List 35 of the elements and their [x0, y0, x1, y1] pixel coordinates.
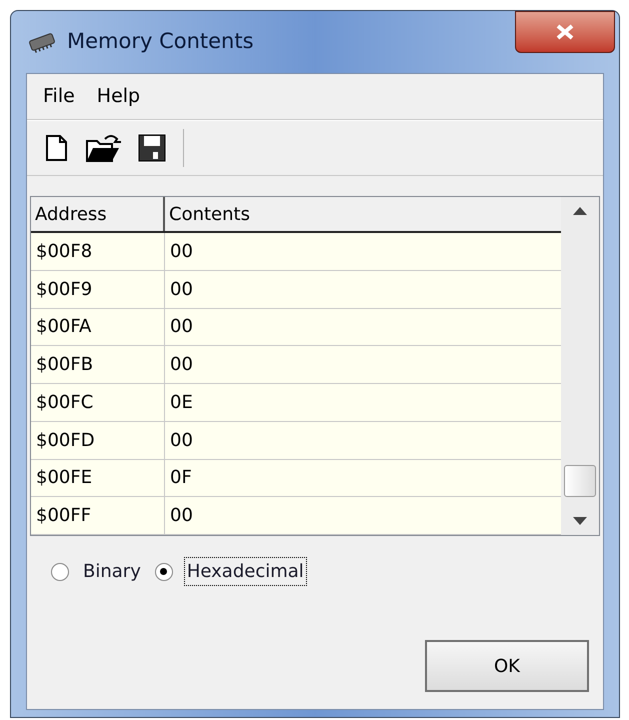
table-cell-text: 0E — [169, 390, 194, 415]
radio-label[interactable]: Binary — [81, 558, 143, 585]
table-cell: $00F8 — [31, 233, 165, 270]
table-cell-text: 00 — [169, 278, 194, 302]
scrollbar[interactable] — [561, 197, 599, 535]
table-cell: $00FB — [31, 346, 165, 383]
radio-button[interactable] — [51, 562, 69, 580]
table-cell-text: 00 — [169, 428, 194, 453]
table-cell: $00F9 — [31, 270, 165, 308]
window-title: Memory Contents — [67, 28, 254, 56]
save-icon[interactable] — [137, 133, 167, 163]
table-cell: $00FA — [31, 308, 165, 346]
column-header[interactable]: Address — [31, 197, 165, 231]
ok-button[interactable]: OK — [425, 640, 589, 692]
column-header[interactable]: Contents — [165, 197, 561, 231]
radio-button[interactable] — [154, 562, 173, 580]
table-cell-text: 0F — [169, 466, 193, 490]
menu-item[interactable]: File — [43, 82, 75, 111]
table-cell-text: 00 — [169, 504, 194, 528]
new-file-icon[interactable] — [45, 134, 69, 162]
close-icon — [554, 23, 576, 41]
table-cell: $00FF — [31, 497, 165, 534]
table-cell: $00FE — [31, 460, 165, 496]
radio-label[interactable]: Hexadecimal — [184, 558, 306, 585]
table-cell: $00FC — [31, 384, 165, 421]
table-cell-text: 00 — [169, 315, 194, 340]
scroll-up-icon[interactable] — [573, 207, 587, 215]
menu-item[interactable]: Help — [96, 82, 140, 111]
table-cell-text: 00 — [169, 353, 194, 378]
scroll-down-icon[interactable] — [573, 517, 587, 525]
table-cell: $00FD — [31, 422, 165, 458]
table-cell-text: 00 — [169, 240, 194, 264]
open-folder-icon[interactable] — [85, 133, 121, 163]
close-button[interactable] — [515, 11, 615, 53]
scroll-thumb[interactable] — [564, 465, 596, 497]
